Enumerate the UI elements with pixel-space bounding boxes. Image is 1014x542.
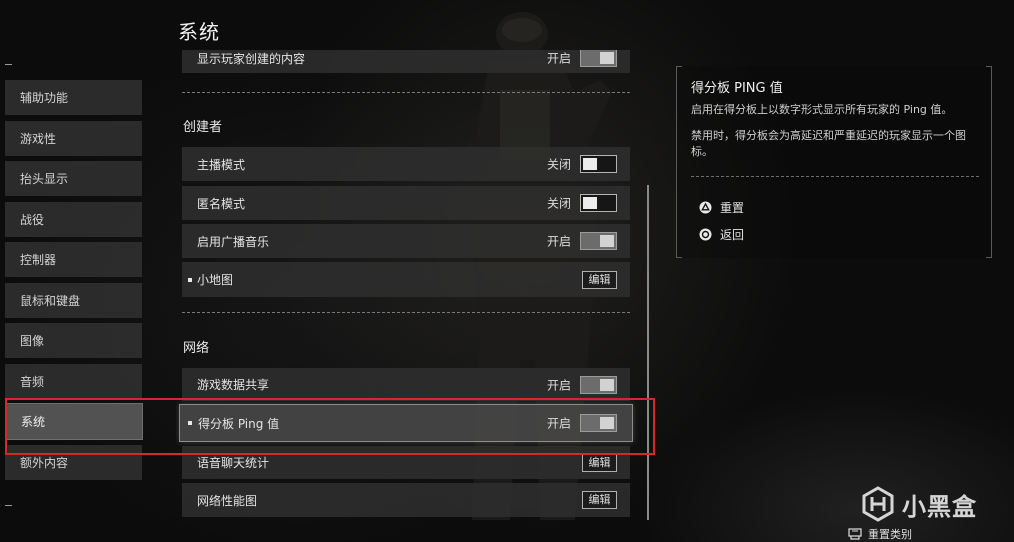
setting-label: 小地图 bbox=[197, 273, 234, 287]
setting-row-show-player-created-content[interactable]: 显示玩家创建的内容 开启 bbox=[182, 50, 630, 73]
sidebar-item-mouse-keyboard[interactable]: 鼠标和键盘 bbox=[5, 283, 142, 318]
voice-chat-stats-edit-button[interactable]: 编辑 bbox=[582, 453, 617, 472]
reset-category-hint[interactable]: 重置类别 bbox=[848, 526, 912, 542]
watermark: 小黑盒 bbox=[860, 486, 977, 522]
setting-row-network-performance-graph[interactable]: 网络性能图 编辑 bbox=[182, 483, 630, 517]
settings-scrollbar[interactable] bbox=[647, 185, 649, 520]
back-action[interactable]: 返回 bbox=[699, 226, 744, 242]
section-divider bbox=[182, 312, 630, 313]
setting-state-text: 关闭 bbox=[546, 157, 571, 172]
page-title: 系统 bbox=[178, 20, 220, 44]
detail-divider bbox=[691, 176, 979, 177]
setting-state-text: 关闭 bbox=[546, 196, 571, 211]
sidebar-item-controller[interactable]: 控制器 bbox=[5, 242, 142, 277]
game-data-sharing-toggle[interactable] bbox=[580, 375, 617, 394]
sidebar-item-label: 辅助功能 bbox=[20, 91, 69, 105]
setting-state-text: 开启 bbox=[546, 234, 571, 249]
sidebar-item-label: 音频 bbox=[20, 375, 45, 389]
setting-label: 语音聊天统计 bbox=[197, 456, 270, 470]
setting-label: 显示玩家创建的内容 bbox=[197, 51, 306, 66]
sidebar-item-label: 战役 bbox=[20, 213, 45, 227]
highlight-annotation-box bbox=[5, 398, 655, 455]
circle-button-icon bbox=[699, 228, 712, 240]
back-label: 返回 bbox=[720, 227, 745, 242]
edge-marker-bottom bbox=[5, 505, 12, 506]
sidebar-item-accessibility[interactable]: 辅助功能 bbox=[5, 80, 142, 115]
detail-title: 得分板 PING 值 bbox=[691, 81, 783, 96]
sidebar-item-label: 控制器 bbox=[20, 253, 57, 267]
detail-note: 禁用时，得分板会为高延迟和严重延迟的玩家显示一个图标。 bbox=[691, 129, 966, 158]
panel-corner bbox=[986, 66, 991, 67]
touchpad-icon bbox=[848, 528, 862, 540]
sidebar-item-campaign[interactable]: 战役 bbox=[5, 202, 142, 237]
sidebar-item-label: 抬头显示 bbox=[20, 172, 69, 186]
watermark-text: 小黑盒 bbox=[902, 492, 977, 521]
sidebar-item-label: 额外内容 bbox=[20, 456, 69, 470]
section-title-network: 网络 bbox=[183, 341, 210, 356]
sidebar-item-label: 图像 bbox=[20, 334, 45, 348]
setting-row-game-data-sharing[interactable]: 游戏数据共享 开启 bbox=[182, 368, 630, 401]
xiaoheihe-logo-icon bbox=[862, 486, 894, 522]
anonymous-mode-toggle[interactable] bbox=[580, 194, 617, 212]
setting-label: 主播模式 bbox=[197, 157, 246, 172]
reset-category-label: 重置类别 bbox=[868, 528, 912, 541]
toggle-knob bbox=[583, 197, 597, 209]
section-divider bbox=[182, 92, 630, 93]
edge-marker-top bbox=[5, 64, 12, 65]
detail-description: 启用在得分板上以数字形式显示所有玩家的 Ping 值。 bbox=[691, 103, 953, 116]
setting-row-broadcast-music[interactable]: 启用广播音乐 开启 bbox=[182, 224, 630, 258]
detail-panel: 得分板 PING 值 启用在得分板上以数字形式显示所有玩家的 Ping 值。 禁… bbox=[676, 66, 992, 258]
setting-label: 游戏数据共享 bbox=[197, 378, 270, 392]
broadcast-music-toggle[interactable] bbox=[580, 232, 617, 250]
setting-row-streamer-mode[interactable]: 主播模式 关闭 bbox=[182, 147, 630, 181]
sidebar-item-graphics[interactable]: 图像 bbox=[5, 323, 142, 358]
setting-state-text: 开启 bbox=[546, 51, 571, 66]
sidebar-item-label: 游戏性 bbox=[20, 132, 57, 146]
sidebar-item-audio[interactable]: 音频 bbox=[5, 364, 142, 399]
sidebar-item-hud[interactable]: 抬头显示 bbox=[5, 161, 142, 196]
show-player-content-toggle[interactable] bbox=[580, 50, 617, 67]
setting-label: 网络性能图 bbox=[197, 493, 258, 508]
setting-label: 启用广播音乐 bbox=[197, 234, 270, 249]
section-title-creator: 创建者 bbox=[183, 120, 223, 135]
minimap-edit-button[interactable]: 编辑 bbox=[582, 270, 617, 289]
panel-corner bbox=[986, 257, 991, 258]
setting-row-anonymous-mode[interactable]: 匿名模式 关闭 bbox=[182, 186, 630, 220]
sidebar-item-label: 鼠标和键盘 bbox=[20, 294, 81, 308]
reset-label: 重置 bbox=[720, 200, 745, 215]
panel-corner bbox=[677, 257, 682, 258]
setting-state-text: 开启 bbox=[546, 378, 571, 392]
toggle-knob bbox=[600, 378, 614, 391]
setting-row-minimap[interactable]: 小地图 编辑 bbox=[182, 262, 630, 297]
toggle-knob bbox=[600, 235, 614, 247]
panel-corner bbox=[677, 66, 682, 67]
toggle-knob bbox=[583, 158, 597, 170]
setting-label: 匿名模式 bbox=[197, 196, 246, 211]
reset-action[interactable]: 重置 bbox=[699, 199, 744, 215]
sub-menu-bullet-icon bbox=[188, 277, 192, 282]
streamer-mode-toggle[interactable] bbox=[580, 155, 617, 173]
network-graph-edit-button[interactable]: 编辑 bbox=[582, 491, 617, 509]
toggle-knob bbox=[600, 52, 614, 64]
sidebar-item-gameplay[interactable]: 游戏性 bbox=[5, 121, 142, 156]
triangle-button-icon bbox=[699, 201, 712, 213]
